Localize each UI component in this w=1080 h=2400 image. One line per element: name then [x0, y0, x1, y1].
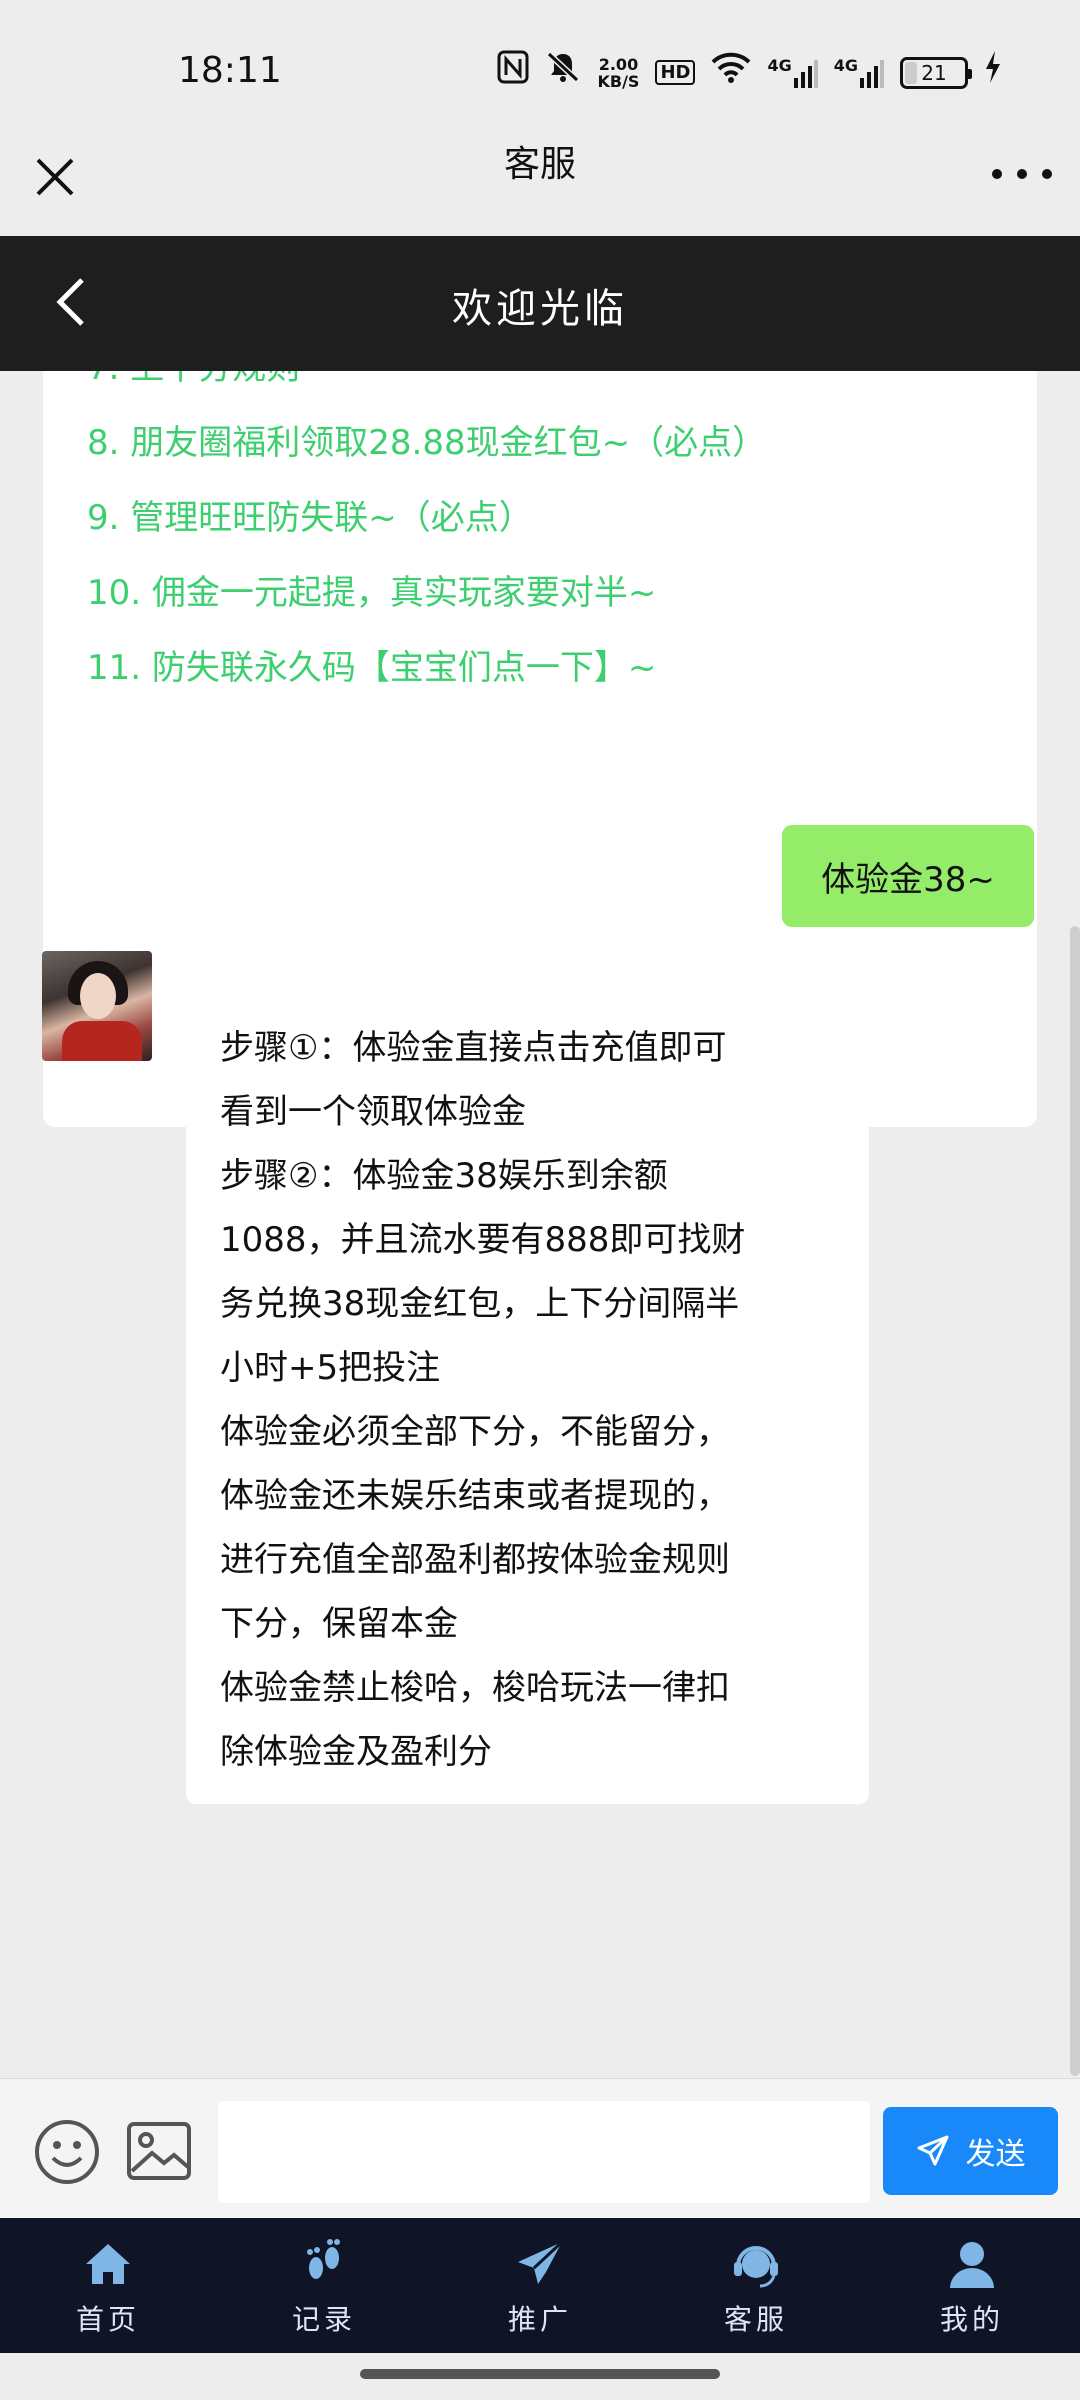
notice-item[interactable]: 9. 管理旺旺防失联~（必点）	[87, 481, 766, 556]
emoji-button[interactable]	[34, 2119, 100, 2185]
web-header: 欢迎光临	[0, 236, 1080, 371]
notice-item[interactable]: 11. 防失联永久码【宝宝们点一下】~	[87, 631, 766, 706]
tab-home[interactable]: 首页	[0, 2218, 216, 2353]
notice-item[interactable]: 8. 朋友圈福利领取28.88现金红包~（必点）	[87, 406, 766, 481]
status-bar: 18:11 2.00 KB/S HD 4G 4G 21	[0, 0, 1080, 140]
tab-support[interactable]: 客服	[648, 2218, 864, 2353]
bottom-tab-bar: 首页 记录 推广 客服 我的	[0, 2218, 1080, 2353]
message-input[interactable]	[218, 2101, 870, 2203]
notice-list: 7. 上下分规则~ 8. 朋友圈福利领取28.88现金红包~（必点） 9. 管理…	[87, 371, 766, 706]
page-title: 客服	[503, 144, 576, 185]
send-label: 发送	[965, 2137, 1026, 2172]
tab-profile[interactable]: 我的	[864, 2218, 1080, 2353]
message-line: 下分，保留本金	[220, 1604, 458, 1644]
headset-icon	[734, 2246, 778, 2288]
message-line: 务兑换38现金红包，上下分间隔半	[220, 1284, 740, 1324]
message-line: 除体验金及盈利分	[220, 1732, 492, 1772]
input-bar: 发送	[0, 2078, 1080, 2218]
message-line: 体验金还未娱乐结束或者提现的，	[220, 1476, 730, 1516]
message-line: 看到一个领取体验金	[220, 1092, 526, 1132]
more-dot-icon	[1017, 169, 1027, 179]
net-speed-unit: KB/S	[597, 71, 640, 91]
message-line: 进行充值全部盈利都按体验金规则	[220, 1540, 730, 1580]
web-title: 欢迎光临	[452, 286, 628, 332]
signal-icon-2: 4G	[833, 55, 884, 88]
gesture-area	[0, 2353, 1080, 2400]
status-icons: 2.00 KB/S HD 4G 4G 21	[497, 50, 1002, 95]
tab-label: 推广	[507, 2303, 572, 2336]
footprints-icon	[307, 2239, 340, 2279]
chat-area[interactable]: 7. 上下分规则~ 8. 朋友圈福利领取28.88现金红包~（必点） 9. 管理…	[0, 371, 1080, 2078]
more-options-button[interactable]	[992, 154, 1052, 194]
home-indicator[interactable]	[360, 2369, 720, 2379]
image-icon	[127, 2122, 191, 2180]
avatar[interactable]	[42, 951, 152, 1061]
scrollbar[interactable]	[1070, 926, 1080, 2076]
message-line: 体验金禁止梭哈，梭哈玩法一律扣	[220, 1668, 730, 1708]
user-icon	[950, 2242, 994, 2288]
tab-label: 我的	[939, 2303, 1004, 2336]
more-dot-icon	[992, 169, 1002, 179]
status-time: 18:11	[178, 50, 282, 91]
received-message-bubble: 步骤①：体验金直接点击充值即可 看到一个领取体验金 步骤②：体验金38娱乐到余额…	[186, 994, 869, 1804]
charging-icon	[984, 50, 1002, 95]
tab-promote[interactable]: 推广	[432, 2218, 648, 2353]
mute-icon	[545, 50, 581, 95]
message-line: 1088，并且流水要有888即可找财	[220, 1220, 746, 1260]
signal-2-label: 4G	[833, 55, 858, 75]
sent-message-bubble: 体验金38~	[782, 825, 1034, 927]
notice-item[interactable]: 7. 上下分规则~	[87, 371, 766, 406]
message-line: 体验金必须全部下分，不能留分，	[220, 1412, 730, 1452]
signal-1-label: 4G	[767, 55, 792, 75]
battery-level: 21	[921, 60, 947, 85]
tab-label: 客服	[723, 2303, 788, 2336]
send-icon	[917, 2135, 948, 2166]
wifi-icon	[711, 51, 751, 94]
notice-item[interactable]: 10. 佣金一元起提，真实玩家要对半~	[87, 556, 766, 631]
battery-indicator: 21	[900, 56, 972, 89]
signal-icon: 4G	[767, 55, 818, 88]
net-speed: 2.00 KB/S	[597, 56, 639, 90]
tab-records[interactable]: 记录	[216, 2218, 432, 2353]
home-icon	[86, 2244, 130, 2284]
message-line: 小时+5把投注	[220, 1348, 441, 1388]
message-line: 步骤①：体验金直接点击充值即可	[220, 1028, 727, 1068]
smiley-icon	[35, 2120, 99, 2184]
tab-label: 首页	[75, 2303, 140, 2336]
hd-badge: HD	[655, 60, 696, 85]
image-button[interactable]	[126, 2121, 192, 2181]
more-dot-icon	[1042, 169, 1052, 179]
message-line: 步骤②：体验金38娱乐到余额	[220, 1156, 668, 1196]
app-title-bar: 客服	[0, 140, 1080, 236]
net-speed-value: 2.00	[598, 54, 639, 74]
nfc-icon	[497, 50, 529, 95]
tab-label: 记录	[291, 2303, 356, 2336]
send-button[interactable]: 发送	[883, 2107, 1058, 2195]
paper-plane-icon	[518, 2240, 564, 2284]
